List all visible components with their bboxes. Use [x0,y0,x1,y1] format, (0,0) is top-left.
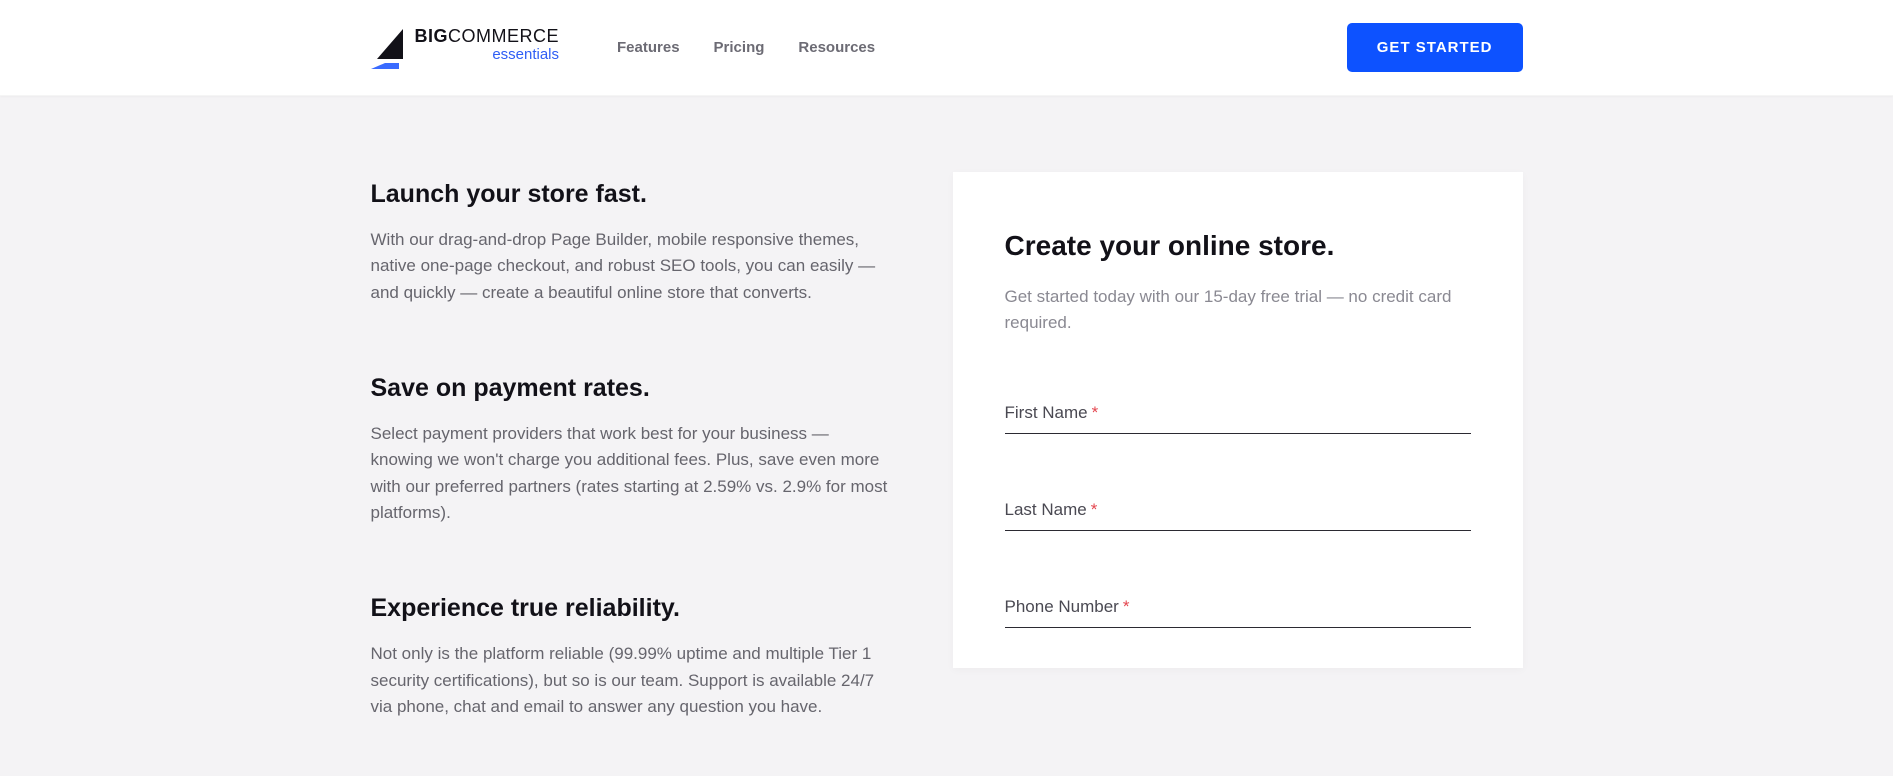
form-title: Create your online store. [1005,230,1471,262]
feature-title: Experience true reliability. [371,594,893,623]
field-first-name: First Name* [1005,401,1471,434]
signup-form-card: Create your online store. Get started to… [953,172,1523,668]
feature-desc: Not only is the platform reliable (99.99… [371,641,893,720]
feature-reliability: Experience true reliability. Not only is… [371,594,893,720]
nav-resources[interactable]: Resources [798,39,875,56]
form-subtitle: Get started today with our 15-day free t… [1005,284,1471,337]
get-started-button[interactable]: GET STARTED [1347,23,1523,72]
nav-pricing[interactable]: Pricing [714,39,765,56]
features-column: Launch your store fast. With our drag-an… [371,172,893,720]
page-body: Launch your store fast. With our drag-an… [0,96,1893,776]
last-name-input[interactable] [1005,498,1471,531]
feature-title: Save on payment rates. [371,374,893,403]
site-header: BIGCOMMERCE essentials Features Pricing … [0,0,1893,96]
feature-title: Launch your store fast. [371,180,893,209]
field-phone: Phone Number* [1005,595,1471,628]
logo[interactable]: BIGCOMMERCE essentials [371,27,560,69]
logo-wordmark: BIGCOMMERCE [415,27,560,45]
first-name-input[interactable] [1005,401,1471,434]
content: Launch your store fast. With our drag-an… [347,172,1547,720]
primary-nav: Features Pricing Resources [617,39,875,56]
logo-text: BIGCOMMERCE essentials [415,27,560,62]
logo-subtext: essentials [415,47,560,62]
nav-features[interactable]: Features [617,39,680,56]
feature-payment: Save on payment rates. Select payment pr… [371,374,893,526]
feature-launch: Launch your store fast. With our drag-an… [371,180,893,306]
phone-input[interactable] [1005,595,1471,628]
feature-desc: Select payment providers that work best … [371,421,893,526]
field-last-name: Last Name* [1005,498,1471,531]
logo-mark-icon [371,27,413,69]
header-inner: BIGCOMMERCE essentials Features Pricing … [347,23,1547,72]
feature-desc: With our drag-and-drop Page Builder, mob… [371,227,893,306]
